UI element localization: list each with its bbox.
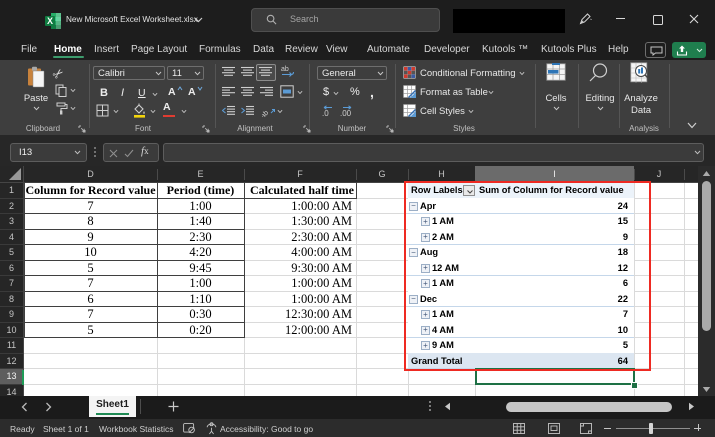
svg-text:.0: .0 (322, 109, 329, 117)
svg-text:X: X (47, 16, 53, 26)
svg-text:.00: .00 (340, 109, 352, 117)
svg-text:ab: ab (262, 109, 270, 117)
svg-text:ab: ab (281, 66, 289, 73)
